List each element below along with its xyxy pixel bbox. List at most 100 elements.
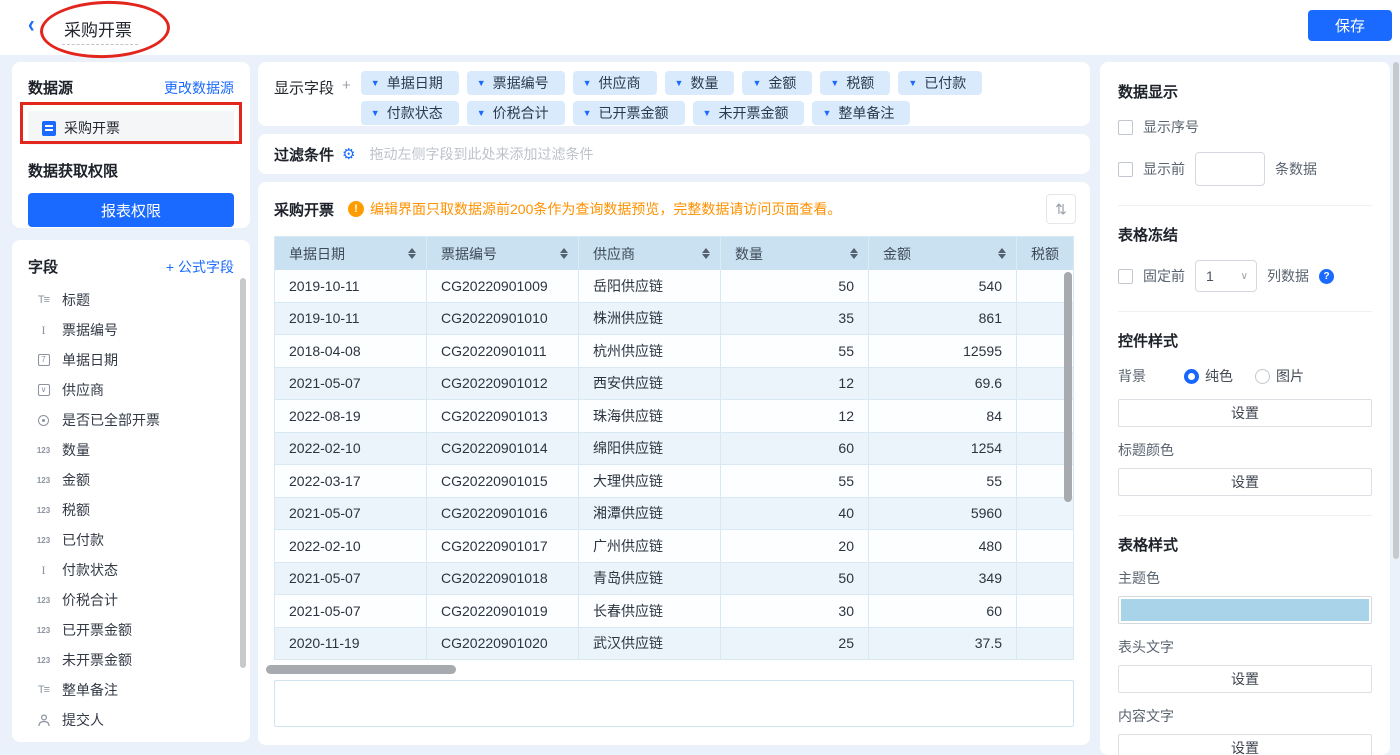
column-header-label: 金额 bbox=[883, 244, 911, 264]
table-vertical-scrollbar[interactable] bbox=[1064, 272, 1072, 502]
field-item[interactable]: 123未开票金额 bbox=[28, 645, 234, 675]
display-field-chip[interactable]: ▼未开票金额 bbox=[693, 101, 805, 125]
report-permission-button[interactable]: 报表权限 bbox=[28, 193, 234, 227]
table-row[interactable]: 2021-05-07CG20220901012西安供应链1269.6 bbox=[275, 368, 1073, 401]
table-row[interactable]: 2020-11-19CG20220901020武汉供应链2537.5 bbox=[275, 628, 1073, 661]
sort-icon[interactable] bbox=[850, 248, 858, 259]
filter-panel[interactable]: 过滤条件 ⚙ 拖动左侧字段到此处来添加过滤条件 bbox=[258, 134, 1090, 174]
field-item[interactable]: I票据编号 bbox=[28, 315, 234, 345]
table-row[interactable]: 2022-02-10CG20220901014绵阳供应链601254 bbox=[275, 433, 1073, 466]
chevron-down-icon[interactable]: ▼ bbox=[908, 78, 917, 88]
chevron-down-icon[interactable]: ▼ bbox=[583, 78, 592, 88]
content-text-set-button[interactable]: 设置 bbox=[1118, 734, 1372, 755]
display-field-chip[interactable]: ▼价税合计 bbox=[467, 101, 565, 125]
table-row[interactable]: 2022-03-17CG20220901015大理供应链5555 bbox=[275, 465, 1073, 498]
sort-order-button[interactable]: ⇅ bbox=[1046, 194, 1076, 224]
field-item[interactable]: 123金额 bbox=[28, 465, 234, 495]
display-field-chip[interactable]: ▼付款状态 bbox=[361, 101, 459, 125]
help-icon[interactable]: ? bbox=[1319, 269, 1334, 284]
table-row[interactable]: 2018-04-08CG20220901011杭州供应链5512595 bbox=[275, 335, 1073, 368]
column-header-label: 数量 bbox=[735, 244, 763, 264]
freeze-columns-select[interactable]: 1 ∨ bbox=[1195, 260, 1257, 292]
table-row[interactable]: 2021-05-07CG20220901018青岛供应链50349 bbox=[275, 563, 1073, 596]
top-bar: ‹ 采购开票 保存 bbox=[0, 0, 1400, 55]
column-header[interactable]: 票据编号 bbox=[427, 237, 579, 270]
chevron-down-icon[interactable]: ▼ bbox=[703, 108, 712, 118]
sort-icon[interactable] bbox=[560, 248, 568, 259]
chevron-down-icon[interactable]: ▼ bbox=[752, 78, 761, 88]
page-scrollbar[interactable] bbox=[1393, 62, 1399, 559]
background-set-button[interactable]: 设置 bbox=[1118, 399, 1372, 427]
table-cell: CG20220901017 bbox=[427, 530, 579, 562]
field-item[interactable]: 123税额 bbox=[28, 495, 234, 525]
table-row[interactable]: 2021-05-07CG20220901016湘潭供应链405960 bbox=[275, 498, 1073, 531]
field-item[interactable]: T≡标题 bbox=[28, 285, 234, 315]
field-item[interactable]: I付款状态 bbox=[28, 555, 234, 585]
datasource-item[interactable]: 采购开票 bbox=[28, 111, 234, 145]
table-cell: 12595 bbox=[869, 335, 1017, 367]
table-row[interactable]: 2022-02-10CG20220901017广州供应链20480 bbox=[275, 530, 1073, 563]
field-item[interactable]: 是否已全部开票 bbox=[28, 405, 234, 435]
add-display-field-button[interactable]: + bbox=[342, 77, 351, 94]
sort-icon[interactable] bbox=[408, 248, 416, 259]
show-first-checkbox[interactable] bbox=[1118, 162, 1133, 177]
field-item[interactable]: 提交人 bbox=[28, 705, 234, 735]
back-icon[interactable]: ‹ bbox=[28, 12, 35, 40]
display-field-chip[interactable]: ▼已付款 bbox=[898, 71, 982, 95]
table-row[interactable]: 2019-10-11CG20220901010株洲供应链35861 bbox=[275, 303, 1073, 336]
chevron-down-icon[interactable]: ▼ bbox=[583, 108, 592, 118]
chevron-down-icon[interactable]: ▼ bbox=[371, 78, 380, 88]
table-row[interactable]: 2019-10-11CG20220901009岳阳供应链50540 bbox=[275, 270, 1073, 303]
save-button[interactable]: 保存 bbox=[1308, 10, 1392, 41]
preview-title: 采购开票 bbox=[274, 199, 334, 220]
table-row[interactable]: 2022-08-19CG20220901013珠海供应链1284 bbox=[275, 400, 1073, 433]
display-field-chip[interactable]: ▼税额 bbox=[820, 71, 890, 95]
table-row[interactable]: 2021-05-07CG20220901019长春供应链3060 bbox=[275, 595, 1073, 628]
field-item[interactable]: ∨供应商 bbox=[28, 375, 234, 405]
display-field-chip[interactable]: ▼供应商 bbox=[573, 71, 657, 95]
field-item[interactable]: 123价税合计 bbox=[28, 585, 234, 615]
display-field-chip[interactable]: ▼整单备注 bbox=[812, 101, 910, 125]
chevron-down-icon[interactable]: ▼ bbox=[477, 108, 486, 118]
chevron-down-icon[interactable]: ▼ bbox=[822, 108, 831, 118]
gear-icon[interactable]: ⚙ bbox=[342, 145, 355, 163]
change-datasource-link[interactable]: 更改数据源 bbox=[164, 78, 234, 98]
rows-count-input[interactable] bbox=[1195, 152, 1265, 186]
column-header[interactable]: 单据日期 bbox=[275, 237, 427, 270]
table-horizontal-scrollbar[interactable] bbox=[266, 665, 456, 674]
fields-scrollbar[interactable] bbox=[240, 278, 246, 668]
field-item[interactable]: 123已付款 bbox=[28, 525, 234, 555]
sort-icon[interactable] bbox=[998, 248, 1006, 259]
add-formula-field-link[interactable]: + 公式字段 bbox=[166, 257, 234, 277]
display-field-chip[interactable]: ▼已开票金额 bbox=[573, 101, 685, 125]
chevron-down-icon[interactable]: ▼ bbox=[675, 78, 684, 88]
field-item-label: 单据日期 bbox=[62, 350, 118, 370]
table-cell: 广州供应链 bbox=[579, 530, 721, 562]
column-header[interactable]: 税额 bbox=[1017, 237, 1075, 270]
field-item[interactable]: 123已开票金额 bbox=[28, 615, 234, 645]
display-field-chip[interactable]: ▼单据日期 bbox=[361, 71, 459, 95]
table-cell: CG20220901020 bbox=[427, 628, 579, 660]
image-radio[interactable] bbox=[1255, 369, 1270, 384]
chevron-down-icon[interactable]: ▼ bbox=[371, 108, 380, 118]
display-field-chip[interactable]: ▼金额 bbox=[742, 71, 812, 95]
sort-icon[interactable] bbox=[702, 248, 710, 259]
field-item[interactable]: 123数量 bbox=[28, 435, 234, 465]
display-field-chip[interactable]: ▼票据编号 bbox=[467, 71, 565, 95]
chevron-down-icon[interactable]: ▼ bbox=[477, 78, 486, 88]
chevron-down-icon[interactable]: ▼ bbox=[830, 78, 839, 88]
theme-color-swatch[interactable] bbox=[1118, 596, 1372, 624]
show-index-checkbox[interactable] bbox=[1118, 120, 1133, 135]
column-header[interactable]: 数量 bbox=[721, 237, 869, 270]
solid-color-radio[interactable] bbox=[1184, 369, 1199, 384]
title-color-set-button[interactable]: 设置 bbox=[1118, 468, 1372, 496]
page-title[interactable]: 采购开票 bbox=[62, 16, 138, 45]
fix-first-checkbox[interactable] bbox=[1118, 269, 1133, 284]
display-field-chip[interactable]: ▼数量 bbox=[665, 71, 735, 95]
column-header[interactable]: 金额 bbox=[869, 237, 1017, 270]
field-item[interactable]: T≡整单备注 bbox=[28, 675, 234, 705]
field-item[interactable]: 7单据日期 bbox=[28, 345, 234, 375]
header-text-set-button[interactable]: 设置 bbox=[1118, 665, 1372, 693]
table-cell bbox=[1017, 628, 1075, 660]
column-header[interactable]: 供应商 bbox=[579, 237, 721, 270]
